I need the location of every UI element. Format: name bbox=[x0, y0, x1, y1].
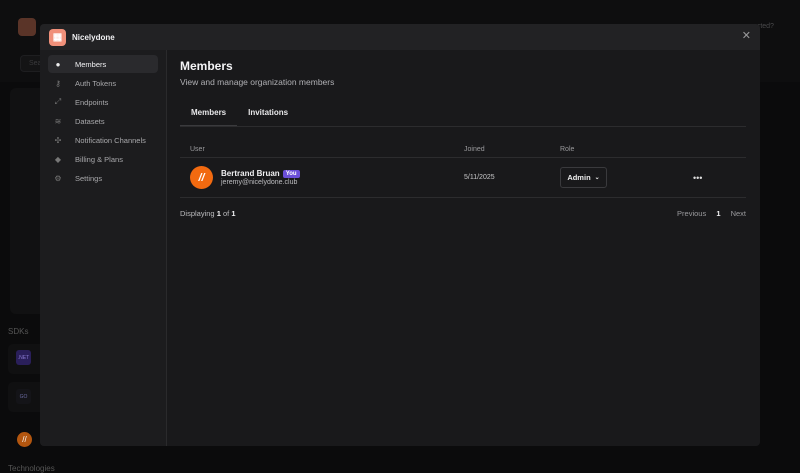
members-table: User Joined Role // Bertrand Bruan You je… bbox=[180, 142, 746, 198]
go-icon: GO bbox=[16, 389, 31, 404]
chevron-down-icon: ⌄ bbox=[594, 175, 600, 181]
next-button[interactable]: Next bbox=[731, 209, 746, 218]
avatar-icon: // bbox=[17, 432, 32, 447]
gear-icon: ⚙ bbox=[54, 173, 62, 183]
layers-icon: ≋ bbox=[54, 116, 62, 126]
tab-members[interactable]: Members bbox=[180, 107, 238, 126]
background-help-text: rted? bbox=[758, 23, 774, 30]
key-icon: ⚷ bbox=[55, 78, 61, 88]
bell-icon: ✣ bbox=[54, 135, 62, 145]
tab-invitations[interactable]: Invitations bbox=[237, 107, 299, 126]
sidebar-item-settings[interactable]: ⚙ Settings bbox=[48, 169, 158, 187]
background-logo bbox=[18, 18, 36, 36]
table-row: // Bertrand Bruan You jeremy@nicelydone.c… bbox=[180, 158, 746, 198]
column-joined: Joined bbox=[464, 146, 485, 153]
user-icon: ● bbox=[55, 59, 61, 69]
column-role: Role bbox=[560, 146, 575, 153]
modal-header: ▦ Nicelydone ✕ bbox=[40, 24, 760, 50]
building-icon: ▦ bbox=[49, 28, 66, 46]
member-name: Bertrand Bruan bbox=[221, 169, 280, 178]
settings-sidebar: ● Members ⚷ Auth Tokens ⤢ Endpoints ≋ Datase… bbox=[40, 50, 167, 446]
settings-modal: ▦ Nicelydone ✕ ● Members ⚷ Auth Tokens ⤢ En… bbox=[40, 24, 760, 446]
background-sdks-label: SDKs bbox=[8, 327, 29, 336]
page-number[interactable]: 1 bbox=[716, 209, 720, 218]
role-value: Admin bbox=[567, 173, 591, 182]
link-icon: ⤢ bbox=[54, 97, 62, 106]
sidebar-item-label: Notification Channels bbox=[75, 135, 146, 145]
members-panel: Members View and manage organization mem… bbox=[180, 50, 746, 218]
avatar: // bbox=[190, 166, 213, 189]
joined-date: 5/11/2025 bbox=[464, 174, 495, 181]
sidebar-item-billing-plans[interactable]: ◆ Billing & Plans bbox=[48, 150, 158, 168]
displaying-count: Displaying 1 of 1 bbox=[180, 209, 236, 218]
sidebar-item-label: Members bbox=[75, 59, 107, 69]
sidebar-item-label: Billing & Plans bbox=[75, 154, 123, 164]
page-title: Members bbox=[180, 59, 233, 73]
pagination: Previous 1 Next bbox=[669, 209, 746, 218]
sidebar-item-members[interactable]: ● Members bbox=[48, 55, 158, 73]
sidebar-item-datasets[interactable]: ≋ Datasets bbox=[48, 112, 158, 130]
table-footer: Displaying 1 of 1 Previous 1 Next bbox=[180, 209, 746, 218]
sidebar-item-label: Settings bbox=[75, 173, 103, 183]
tabs: Members Invitations bbox=[180, 107, 746, 127]
diamond-icon: ◆ bbox=[54, 154, 62, 164]
you-badge: You bbox=[282, 169, 300, 178]
background-technologies-label: Technologies bbox=[8, 464, 55, 473]
role-select[interactable]: Admin ⌄ bbox=[560, 167, 607, 188]
sidebar-item-label: Auth Tokens bbox=[75, 78, 117, 88]
previous-button[interactable]: Previous bbox=[677, 209, 706, 218]
sidebar-item-auth-tokens[interactable]: ⚷ Auth Tokens bbox=[48, 74, 158, 92]
org-name: Nicelydone bbox=[72, 32, 115, 42]
close-icon[interactable]: ✕ bbox=[742, 31, 751, 42]
user-cell: // Bertrand Bruan You jeremy@nicelydone.c… bbox=[180, 166, 464, 189]
member-email: jeremy@nicelydone.club bbox=[221, 179, 298, 186]
table-header: User Joined Role bbox=[180, 142, 746, 158]
sidebar-item-label: Endpoints bbox=[75, 97, 109, 107]
sidebar-item-label: Datasets bbox=[75, 116, 105, 126]
page-subtitle: View and manage organization members bbox=[180, 77, 335, 87]
sidebar-item-endpoints[interactable]: ⤢ Endpoints bbox=[48, 93, 158, 111]
column-user: User bbox=[190, 146, 205, 153]
sidebar-item-notification-channels[interactable]: ✣ Notification Channels bbox=[48, 131, 158, 149]
dotnet-icon: .NET bbox=[16, 350, 31, 365]
more-options-icon[interactable]: ••• bbox=[693, 173, 702, 183]
